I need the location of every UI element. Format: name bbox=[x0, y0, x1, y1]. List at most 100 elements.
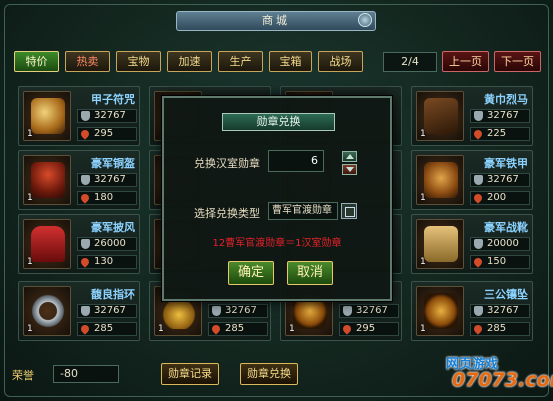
fire-icon bbox=[472, 128, 484, 140]
honor-label: 荣誉 bbox=[12, 369, 34, 382]
tab-item[interactable]: 宝物 bbox=[116, 51, 161, 72]
fire-icon bbox=[79, 128, 91, 140]
shop-item[interactable]: 1 三公镶坠 32767 285 bbox=[411, 281, 533, 341]
type-label: 选择兑换类型 bbox=[194, 207, 260, 220]
boots-icon bbox=[424, 226, 458, 262]
item-price: 32767 bbox=[77, 304, 137, 318]
item-price-value: 32767 bbox=[487, 110, 519, 121]
item-price: 26000 bbox=[77, 237, 137, 251]
shop-item[interactable]: 1 豪军披风 26000 130 bbox=[18, 214, 140, 274]
item-limit-value: 150 bbox=[487, 256, 507, 267]
amulet-icon bbox=[31, 98, 65, 134]
medal-exchange-button[interactable]: 勋章兑换 bbox=[240, 363, 298, 385]
item-limit: 180 bbox=[77, 191, 137, 205]
item-price-value: 32767 bbox=[487, 174, 519, 185]
shop-item[interactable]: 1 豪军铁甲 32767 200 bbox=[411, 150, 533, 210]
tab-item[interactable]: 热卖 bbox=[65, 51, 110, 72]
dialog-title: 勋章兑换 bbox=[222, 113, 335, 131]
item-limit: 285 bbox=[470, 322, 530, 336]
tab-item[interactable]: 加速 bbox=[167, 51, 212, 72]
item-name: 三公镶坠 bbox=[484, 288, 528, 301]
item-slot[interactable]: 1 bbox=[23, 155, 71, 205]
fire-icon bbox=[472, 256, 484, 268]
item-quantity: 1 bbox=[27, 324, 33, 334]
prev-page-button[interactable]: 上一页 bbox=[442, 51, 489, 72]
item-quantity: 1 bbox=[158, 324, 164, 334]
item-slot[interactable]: 1 bbox=[23, 219, 71, 269]
item-quantity: 1 bbox=[420, 324, 426, 334]
shop-item[interactable]: 1 甲子符咒 32767 295 bbox=[18, 86, 140, 146]
increase-quantity-icon[interactable] bbox=[342, 151, 357, 162]
fire-icon bbox=[79, 256, 91, 268]
confirm-button[interactable]: 确定 bbox=[228, 261, 274, 285]
shield-icon bbox=[81, 111, 90, 121]
shop-item[interactable]: 1 黄巾烈马 32767 225 bbox=[411, 86, 533, 146]
item-slot[interactable]: 1 bbox=[23, 91, 71, 141]
window-title: 商城 bbox=[176, 11, 376, 31]
item-limit: 295 bbox=[77, 127, 137, 141]
shield-icon bbox=[343, 306, 352, 316]
tab-item[interactable]: 战场 bbox=[318, 51, 363, 72]
exchange-type-select[interactable]: 曹军官渡勋章 bbox=[268, 202, 338, 220]
shield-icon bbox=[81, 239, 90, 249]
fire-icon bbox=[472, 192, 484, 204]
item-name: 豪军战靴 bbox=[484, 221, 528, 234]
decrease-quantity-icon[interactable] bbox=[342, 164, 357, 175]
title-ornament-right-icon bbox=[358, 13, 372, 27]
item-name: 黄巾烈马 bbox=[484, 93, 528, 106]
item-price-value: 32767 bbox=[94, 110, 126, 121]
shop-item[interactable]: 1 豪军战靴 20000 150 bbox=[411, 214, 533, 274]
tab-item[interactable]: 生产 bbox=[218, 51, 263, 72]
watermark-line2: 07073.com bbox=[452, 369, 553, 391]
armor-icon bbox=[424, 162, 458, 198]
item-quantity: 1 bbox=[27, 193, 33, 203]
next-page-button[interactable]: 下一页 bbox=[494, 51, 541, 72]
item-price: 32767 bbox=[470, 109, 530, 123]
item-price: 20000 bbox=[470, 237, 530, 251]
medal-exchange-dialog: 勋章兑换 兑换汉室勋章 6 选择兑换类型 曹军官渡勋章 12曹军官渡勋章＝1汉室… bbox=[162, 96, 392, 301]
medal-record-button[interactable]: 勋章记录 bbox=[161, 363, 219, 385]
exchange-rate-text: 12曹军官渡勋章＝1汉室勋章 bbox=[212, 238, 342, 249]
item-slot[interactable]: 1 bbox=[416, 219, 464, 269]
dropdown-icon[interactable] bbox=[341, 203, 357, 219]
shield-icon bbox=[474, 239, 483, 249]
item-price-value: 32767 bbox=[94, 305, 126, 316]
cancel-button[interactable]: 取消 bbox=[287, 261, 333, 285]
item-quantity: 1 bbox=[420, 129, 426, 139]
item-price: 32767 bbox=[77, 173, 137, 187]
item-price-value: 20000 bbox=[487, 238, 519, 249]
quantity-input[interactable]: 6 bbox=[268, 150, 324, 172]
item-slot[interactable]: 1 bbox=[23, 286, 71, 336]
tab-item[interactable]: 特价 bbox=[14, 51, 59, 72]
item-name: 豪军铁甲 bbox=[484, 157, 528, 170]
item-limit: 225 bbox=[470, 127, 530, 141]
tab-item[interactable]: 宝箱 bbox=[269, 51, 312, 72]
item-slot[interactable]: 1 bbox=[416, 286, 464, 336]
item-limit-value: 285 bbox=[487, 323, 507, 334]
shop-item[interactable]: 1 豪军铜盔 32767 180 bbox=[18, 150, 140, 210]
item-quantity: 1 bbox=[289, 324, 295, 334]
item-quantity: 1 bbox=[420, 193, 426, 203]
item-quantity: 1 bbox=[27, 129, 33, 139]
helmet-icon bbox=[31, 162, 65, 198]
item-price: 32767 bbox=[470, 173, 530, 187]
item-limit-value: 295 bbox=[94, 128, 114, 139]
shield-icon bbox=[474, 306, 483, 316]
item-price-value: 32767 bbox=[356, 305, 388, 316]
pendant-icon bbox=[424, 293, 458, 329]
item-limit-value: 285 bbox=[94, 323, 114, 334]
item-limit-value: 180 bbox=[94, 192, 114, 203]
item-slot[interactable]: 1 bbox=[416, 155, 464, 205]
item-price: 32767 bbox=[77, 109, 137, 123]
ring-icon bbox=[31, 293, 65, 329]
item-quantity: 1 bbox=[27, 257, 33, 267]
item-limit-value: 130 bbox=[94, 256, 114, 267]
item-limit: 295 bbox=[339, 322, 399, 336]
item-quantity: 1 bbox=[420, 257, 426, 267]
item-slot[interactable]: 1 bbox=[416, 91, 464, 141]
item-limit-value: 200 bbox=[487, 192, 507, 203]
item-price-value: 26000 bbox=[94, 238, 126, 249]
cloak-icon bbox=[31, 226, 65, 262]
shop-item[interactable]: 1 馥良指环 32767 285 bbox=[18, 281, 140, 341]
fire-icon bbox=[79, 323, 91, 335]
